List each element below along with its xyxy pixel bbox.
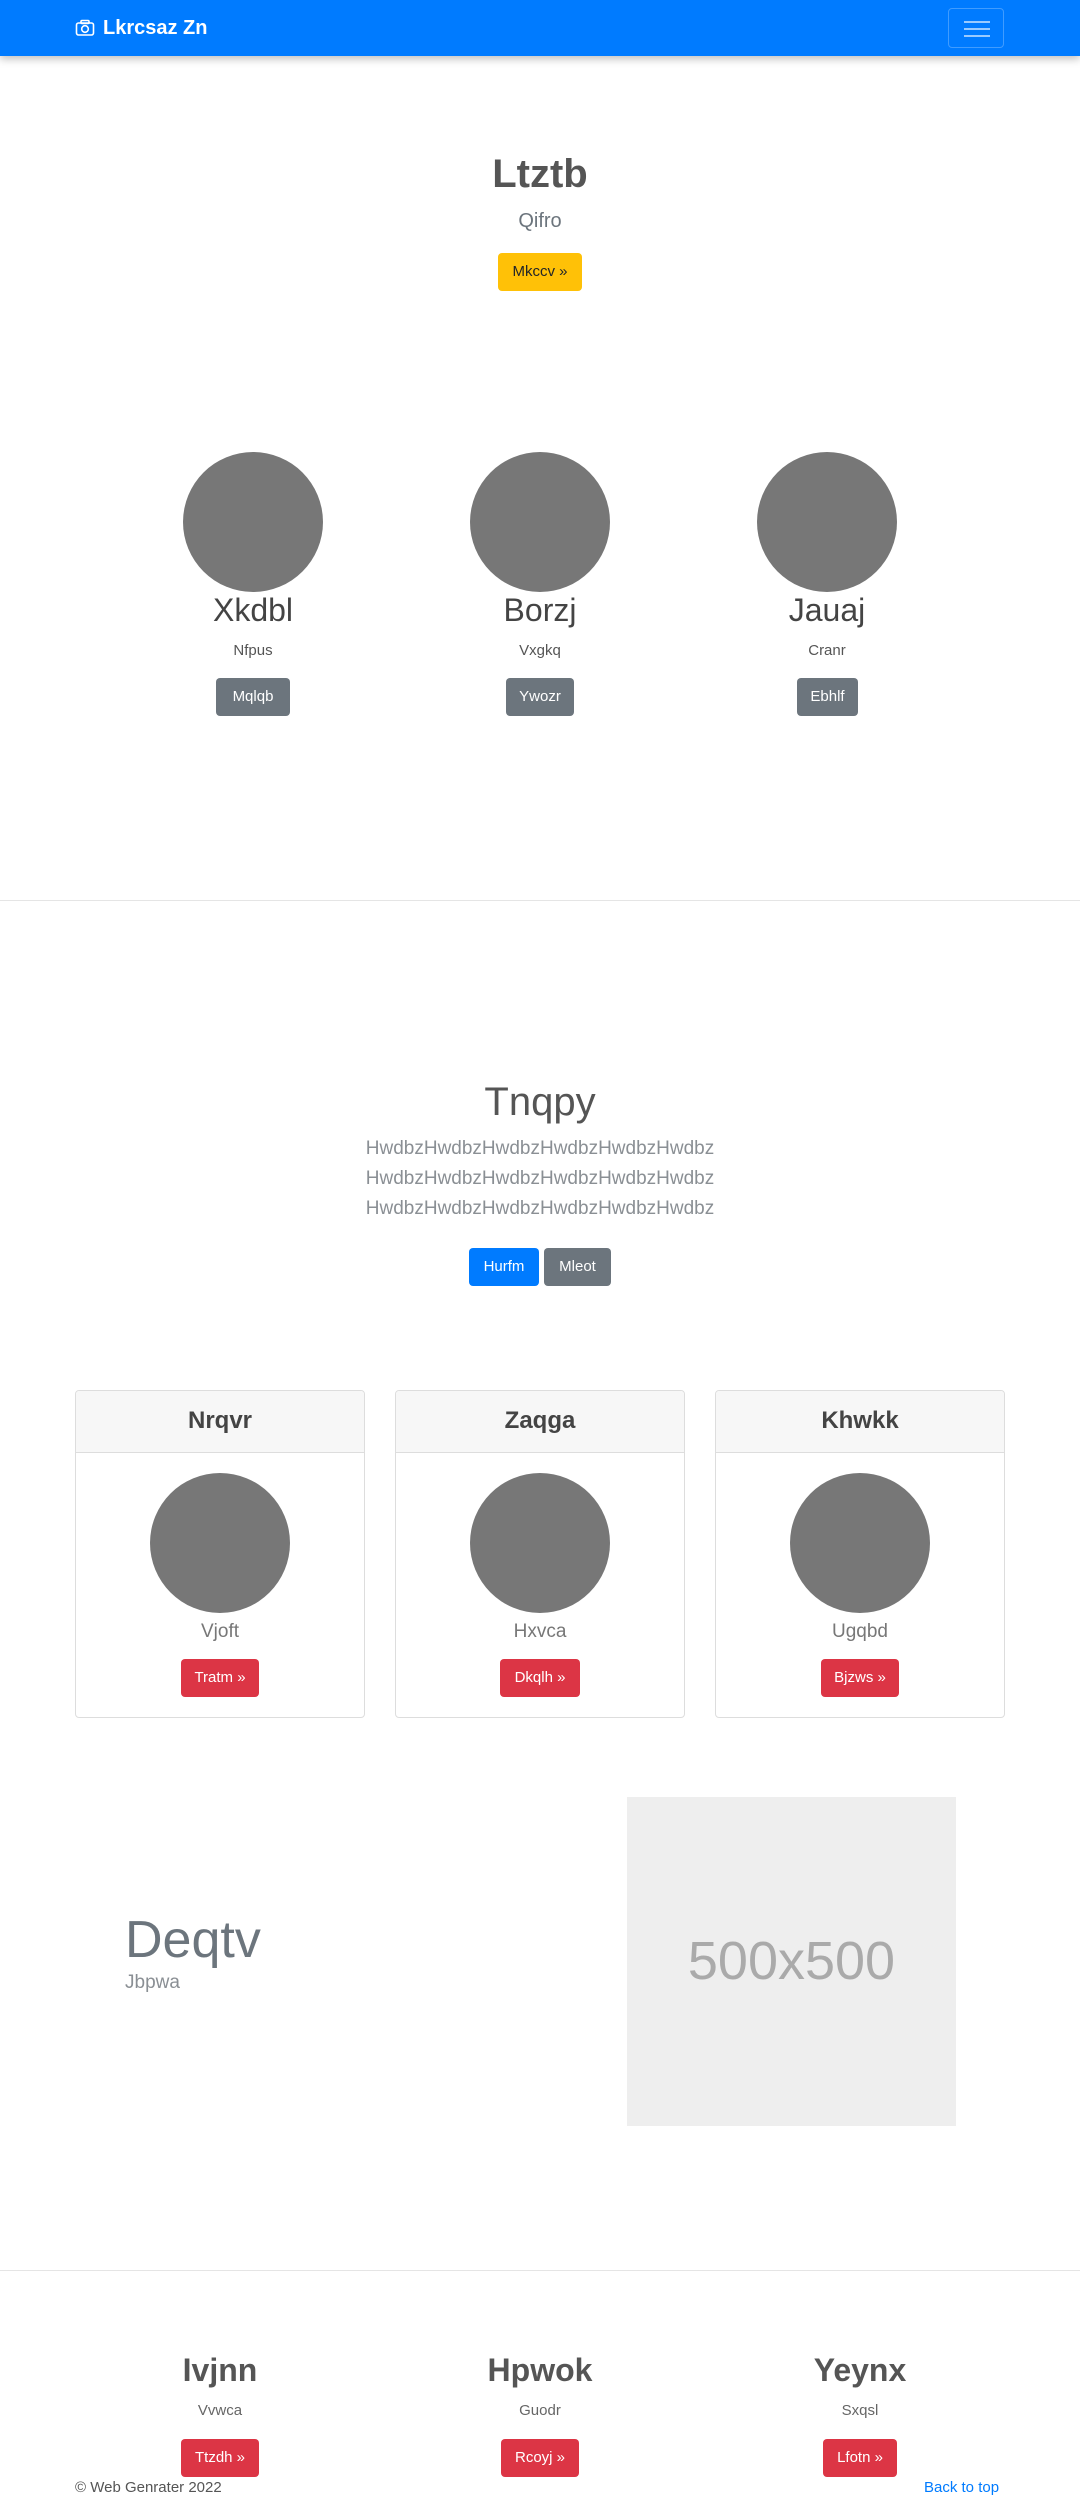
hero-button[interactable]: Mkccv » (498, 253, 582, 291)
camera-icon (75, 19, 95, 36)
jumbotron-text-line: HwdbzHwdbzHwdbzHwdbzHwdbzHwdbz (365, 1198, 715, 1219)
bottom-subtitle: Guodr (519, 2402, 561, 2419)
jumbotron-text-line: HwdbzHwdbzHwdbzHwdbzHwdbzHwdbz (365, 1138, 715, 1159)
bottom-title: Hpwok (487, 2352, 593, 2388)
card-button[interactable]: Tratm » (181, 1659, 259, 1697)
profile-button[interactable]: Ywozr (506, 678, 574, 716)
card-header: Zaqga (396, 1391, 684, 1453)
bottom-subtitle: Sxqsl (841, 2402, 879, 2419)
card: Nrqvr Vjoft Tratm » (75, 1390, 365, 1718)
feature-subtitle: Jbpwa (125, 1972, 180, 1993)
profile-title: Xkdbl (212, 592, 294, 628)
profile-avatar (183, 452, 323, 592)
footer-copyright: © Web Genrater 2022 (75, 2479, 222, 2496)
jumbotron-text-line: HwdbzHwdbzHwdbzHwdbzHwdbzHwdbz (365, 1168, 715, 1189)
card-button[interactable]: Dkqlh » (500, 1659, 580, 1697)
card-avatar (150, 1473, 290, 1613)
card: Khwkk Ugqbd Bjzws » (715, 1390, 1005, 1718)
navbar-brand[interactable]: Lkrcsaz Zn (75, 16, 207, 40)
bottom-subtitle: Vvwca (197, 2402, 243, 2419)
back-to-top-link[interactable]: Back to top (924, 2479, 999, 2496)
profile-title: Jauaj (788, 592, 866, 628)
hero-title: Ltztb (492, 152, 588, 196)
jumbotron-primary-button[interactable]: Hurfm (469, 1248, 539, 1286)
placeholder-image: 500x500 (627, 1797, 956, 2126)
bottom-title: Ivjnn (182, 2352, 258, 2388)
profile-avatar (470, 452, 610, 592)
profile-title: Borzj (503, 592, 577, 628)
jumbotron-secondary-button[interactable]: Mleot (544, 1248, 611, 1286)
profile-subtitle: Vxgkq (519, 642, 561, 659)
card-header: Nrqvr (76, 1391, 364, 1453)
profile-avatar (757, 452, 897, 592)
profile-subtitle: Nfpus (233, 642, 273, 659)
card-text: Hxvca (513, 1621, 567, 1642)
feature-title: Deqtv (125, 1911, 261, 1969)
bottom-button[interactable]: Rcoyj » (501, 2439, 579, 2477)
bottom-button[interactable]: Lfotn » (823, 2439, 897, 2477)
profile-subtitle: Cranr (808, 642, 846, 659)
card-text: Ugqbd (832, 1621, 888, 1642)
card-text: Vjoft (200, 1621, 240, 1642)
card: Zaqga Hxvca Dkqlh » (395, 1390, 685, 1718)
profile-button[interactable]: Mqlqb (216, 678, 290, 716)
card-avatar (790, 1473, 930, 1613)
section-divider (0, 2270, 1080, 2271)
navbar-toggler-button[interactable] (948, 8, 1004, 48)
card-header: Khwkk (716, 1391, 1004, 1453)
hero-subtitle: Qifro (518, 210, 562, 232)
bottom-title: Yeynx (813, 2352, 907, 2388)
profile-button[interactable]: Ebhlf (797, 678, 858, 716)
section-divider (0, 900, 1080, 901)
brand-label: Lkrcsaz Zn (103, 17, 208, 39)
jumbotron-title: Tnqpy (484, 1080, 596, 1124)
card-avatar (470, 1473, 610, 1613)
navbar: Lkrcsaz Zn (0, 0, 1080, 56)
bottom-button[interactable]: Ttzdh » (181, 2439, 259, 2477)
card-button[interactable]: Bjzws » (821, 1659, 899, 1697)
